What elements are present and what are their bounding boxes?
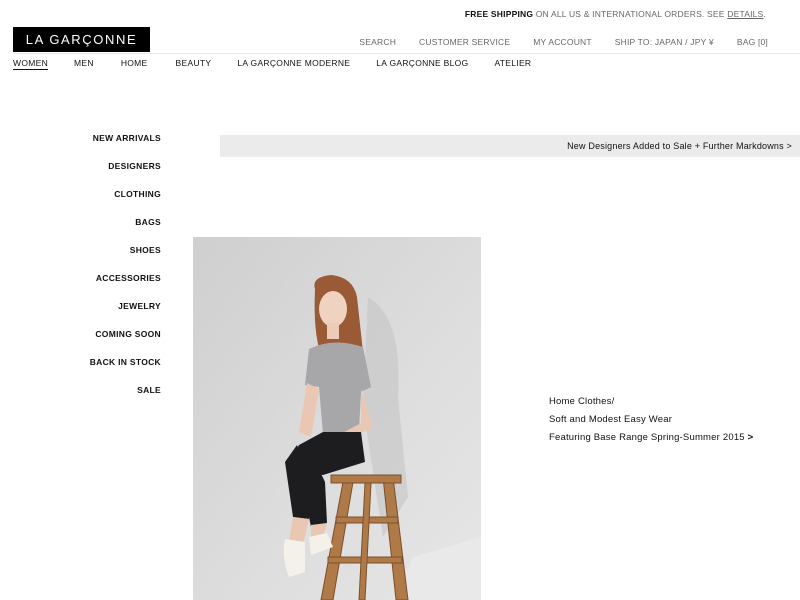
- hero-image[interactable]: [193, 237, 481, 600]
- sidebar-item-new-arrivals[interactable]: NEW ARRIVALS: [0, 133, 161, 161]
- utility-nav: SEARCH CUSTOMER SERVICE MY ACCOUNT SHIP …: [359, 37, 768, 47]
- sidebar-item-bags[interactable]: BAGS: [0, 217, 161, 245]
- search-link[interactable]: SEARCH: [359, 37, 396, 47]
- sale-banner-text: New Designers Added to Sale + Further Ma…: [567, 141, 792, 151]
- ship-to-selector[interactable]: SHIP TO: JAPAN / JPY ¥: [615, 37, 714, 47]
- my-account-link[interactable]: MY ACCOUNT: [533, 37, 592, 47]
- sidebar-item-sale[interactable]: SALE: [0, 385, 161, 413]
- nav-men[interactable]: MEN: [74, 58, 94, 70]
- feature-line-3-wrap: Featuring Base Range Spring-Summer 2015 …: [549, 429, 753, 447]
- main-nav: WOMEN MEN HOME BEAUTY LA GARÇONNE MODERN…: [13, 58, 531, 70]
- site-logo[interactable]: LA GARÇONNE: [13, 27, 150, 52]
- feature-line-3: Featuring Base Range Spring-Summer 2015: [549, 432, 745, 443]
- feature-line-2: Soft and Modest Easy Wear: [549, 414, 673, 425]
- promo-end: .: [763, 9, 766, 19]
- sidebar-item-clothing[interactable]: CLOTHING: [0, 189, 161, 217]
- chevron-right-icon: >: [747, 432, 754, 443]
- nav-la-garconne-moderne[interactable]: LA GARÇONNE MODERNE: [237, 58, 350, 70]
- sidebar-item-accessories[interactable]: ACCESSORIES: [0, 273, 161, 301]
- promo-details-link[interactable]: DETAILS: [727, 9, 763, 19]
- feature-line-1: Home Clothes/: [549, 396, 615, 407]
- nav-beauty[interactable]: BEAUTY: [176, 58, 212, 70]
- customer-service-link[interactable]: CUSTOMER SERVICE: [419, 37, 510, 47]
- hero-photo-illustration: [193, 237, 481, 600]
- logo-text: LA GARÇONNE: [25, 32, 138, 47]
- category-sidebar: NEW ARRIVALS DESIGNERS CLOTHING BAGS SHO…: [0, 133, 161, 413]
- promo-text: ON ALL US & INTERNATIONAL ORDERS. SEE: [533, 9, 728, 19]
- bag-link[interactable]: BAG [0]: [737, 37, 768, 47]
- sidebar-item-back-in-stock[interactable]: BACK IN STOCK: [0, 357, 161, 385]
- sale-banner[interactable]: New Designers Added to Sale + Further Ma…: [220, 135, 800, 157]
- sidebar-item-designers[interactable]: DESIGNERS: [0, 161, 161, 189]
- nav-home[interactable]: HOME: [121, 58, 148, 70]
- sidebar-item-coming-soon[interactable]: COMING SOON: [0, 329, 161, 357]
- free-shipping-promo: FREE SHIPPING ON ALL US & INTERNATIONAL …: [465, 9, 766, 19]
- nav-atelier[interactable]: ATELIER: [494, 58, 531, 70]
- feature-caption[interactable]: Home Clothes/ Soft and Modest Easy Wear …: [549, 393, 753, 447]
- promo-bold-text: FREE SHIPPING: [464, 9, 534, 19]
- sidebar-item-shoes[interactable]: SHOES: [0, 245, 161, 273]
- header-divider: [13, 53, 800, 54]
- sidebar-item-jewelry[interactable]: JEWELRY: [0, 301, 161, 329]
- nav-women[interactable]: WOMEN: [13, 58, 49, 70]
- nav-la-garconne-blog[interactable]: LA GARÇONNE BLOG: [376, 58, 468, 70]
